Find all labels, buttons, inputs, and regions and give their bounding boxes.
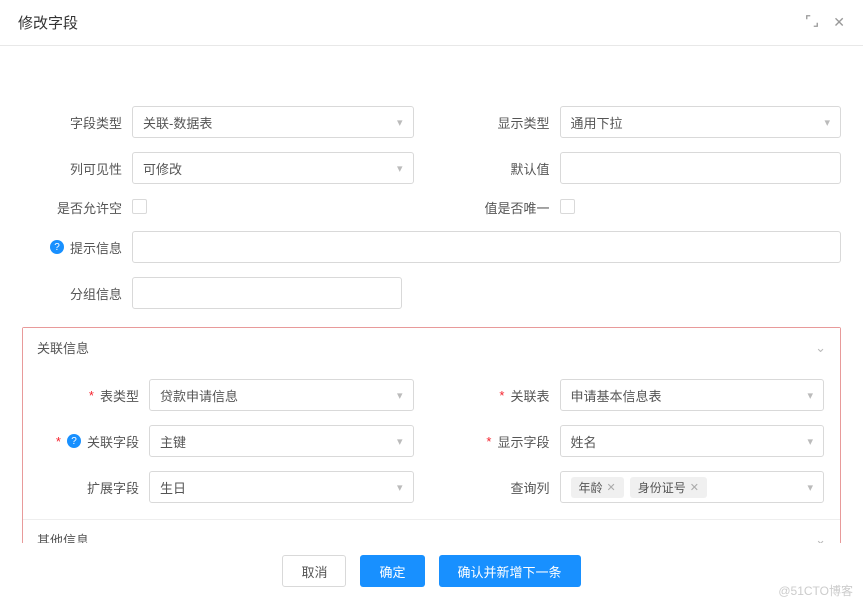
label-rel-field: *?关联字段 [39,432,149,451]
help-icon[interactable]: ? [50,240,64,254]
input-group[interactable] [132,277,402,309]
tag-remove-icon[interactable]: ✕ [690,481,699,494]
watermark: @51CTO博客 [778,582,853,599]
row-group: 分组信息 [22,277,841,309]
modal-body: 字段类型 关联-数据表 ▾ 显示类型 通用下拉 ▾ [0,46,863,543]
modal-footer: 取消 确定 确认并新增下一条 [0,543,863,605]
row-allow-null: 是否允许空 [22,198,414,217]
section-relation-header[interactable]: 关联信息 ⌄ [23,328,840,367]
row-query-cols: 查询列 年龄✕ 身份证号✕ ▾ [450,471,825,503]
chevron-down-icon: ⌄ [815,340,826,356]
label-is-unique: 值是否唯一 [450,198,560,217]
section-other-header[interactable]: 其他信息 ⌄ [23,520,840,543]
label-group: 分组信息 [22,284,132,303]
label-allow-null: 是否允许空 [22,198,132,217]
row-table-type: *表类型 贷款申请信息 ▾ [39,379,414,411]
label-ext-field: 扩展字段 [39,478,149,497]
section-other: 其他信息 ⌄ 是否多选 [23,519,840,543]
chevron-down-icon: ▾ [807,481,813,494]
tag-item: 年龄✕ [571,477,624,498]
row-col-visibility: 列可见性 可修改 ▾ [22,152,414,184]
tag-item: 身份证号✕ [630,477,707,498]
row-rel-table: *关联表 申请基本信息表 ▾ [450,379,825,411]
select-rel-table[interactable]: 申请基本信息表 ▾ [560,379,825,411]
label-display-type: 显示类型 [450,113,560,132]
chevron-down-icon: ▾ [807,389,813,402]
label-rel-table: *关联表 [450,386,560,405]
tag-list: 年龄✕ 身份证号✕ [571,472,707,502]
input-default-value[interactable] [560,152,842,184]
row-hint: ? 提示信息 [22,231,841,263]
checkbox-is-unique[interactable] [560,199,575,214]
select-query-cols[interactable]: 年龄✕ 身份证号✕ ▾ [560,471,825,503]
row-display-field: *显示字段 姓名 ▾ [450,425,825,457]
ok-and-next-button[interactable]: 确认并新增下一条 [439,555,581,587]
chevron-down-icon: ▾ [397,162,403,175]
chevron-down-icon: ⌄ [815,532,826,544]
label-query-cols: 查询列 [450,478,560,497]
select-table-type[interactable]: 贷款申请信息 ▾ [149,379,414,411]
close-icon[interactable]: ✕ [833,14,845,31]
row-default-value: 默认值 [450,152,842,184]
label-field-type: 字段类型 [22,113,132,132]
select-field-type[interactable]: 关联-数据表 ▾ [132,106,414,138]
chevron-down-icon: ▾ [824,116,830,129]
modal-header: 修改字段 ✕ [0,0,863,46]
cancel-button[interactable]: 取消 [282,555,346,587]
chevron-down-icon: ▾ [397,481,403,494]
select-display-field[interactable]: 姓名 ▾ [560,425,825,457]
input-hint[interactable] [132,231,841,263]
chevron-down-icon: ▾ [397,116,403,129]
row-field-type: 字段类型 关联-数据表 ▾ [22,106,414,138]
section-relation: 关联信息 ⌄ *表类型 贷款申请信息 ▾ [23,328,840,519]
label-display-field: *显示字段 [450,432,560,451]
ok-button[interactable]: 确定 [360,555,424,587]
modal-header-actions: ✕ [805,14,845,31]
sections: 关联信息 ⌄ *表类型 贷款申请信息 ▾ [22,327,841,543]
select-ext-field[interactable]: 生日 ▾ [149,471,414,503]
chevron-down-icon: ▾ [397,389,403,402]
section-relation-body: *表类型 贷款申请信息 ▾ *关联表 [23,367,840,519]
label-col-visibility: 列可见性 [22,159,132,178]
fullscreen-icon[interactable] [805,14,819,31]
tag-remove-icon[interactable]: ✕ [607,481,616,494]
edit-field-modal: 修改字段 ✕ 字段类型 关联-数据表 ▾ 显示类型 [0,0,863,605]
select-col-visibility[interactable]: 可修改 ▾ [132,152,414,184]
row-rel-field: *?关联字段 主键 ▾ [39,425,414,457]
phantom-right [450,60,842,92]
phantom-left [22,60,414,92]
modal-title: 修改字段 [18,12,78,33]
help-icon[interactable]: ? [67,434,81,448]
row-is-unique: 值是否唯一 [450,198,842,217]
checkbox-allow-null[interactable] [132,199,147,214]
chevron-down-icon: ▾ [807,435,813,448]
label-hint: ? 提示信息 [22,238,132,257]
select-rel-field[interactable]: 主键 ▾ [149,425,414,457]
chevron-down-icon: ▾ [397,435,403,448]
top-form: 字段类型 关联-数据表 ▾ 显示类型 通用下拉 ▾ [22,60,841,309]
select-display-type[interactable]: 通用下拉 ▾ [560,106,842,138]
row-ext-field: 扩展字段 生日 ▾ [39,471,414,503]
label-default-value: 默认值 [450,159,560,178]
label-table-type: *表类型 [39,386,149,405]
row-display-type: 显示类型 通用下拉 ▾ [450,106,842,138]
